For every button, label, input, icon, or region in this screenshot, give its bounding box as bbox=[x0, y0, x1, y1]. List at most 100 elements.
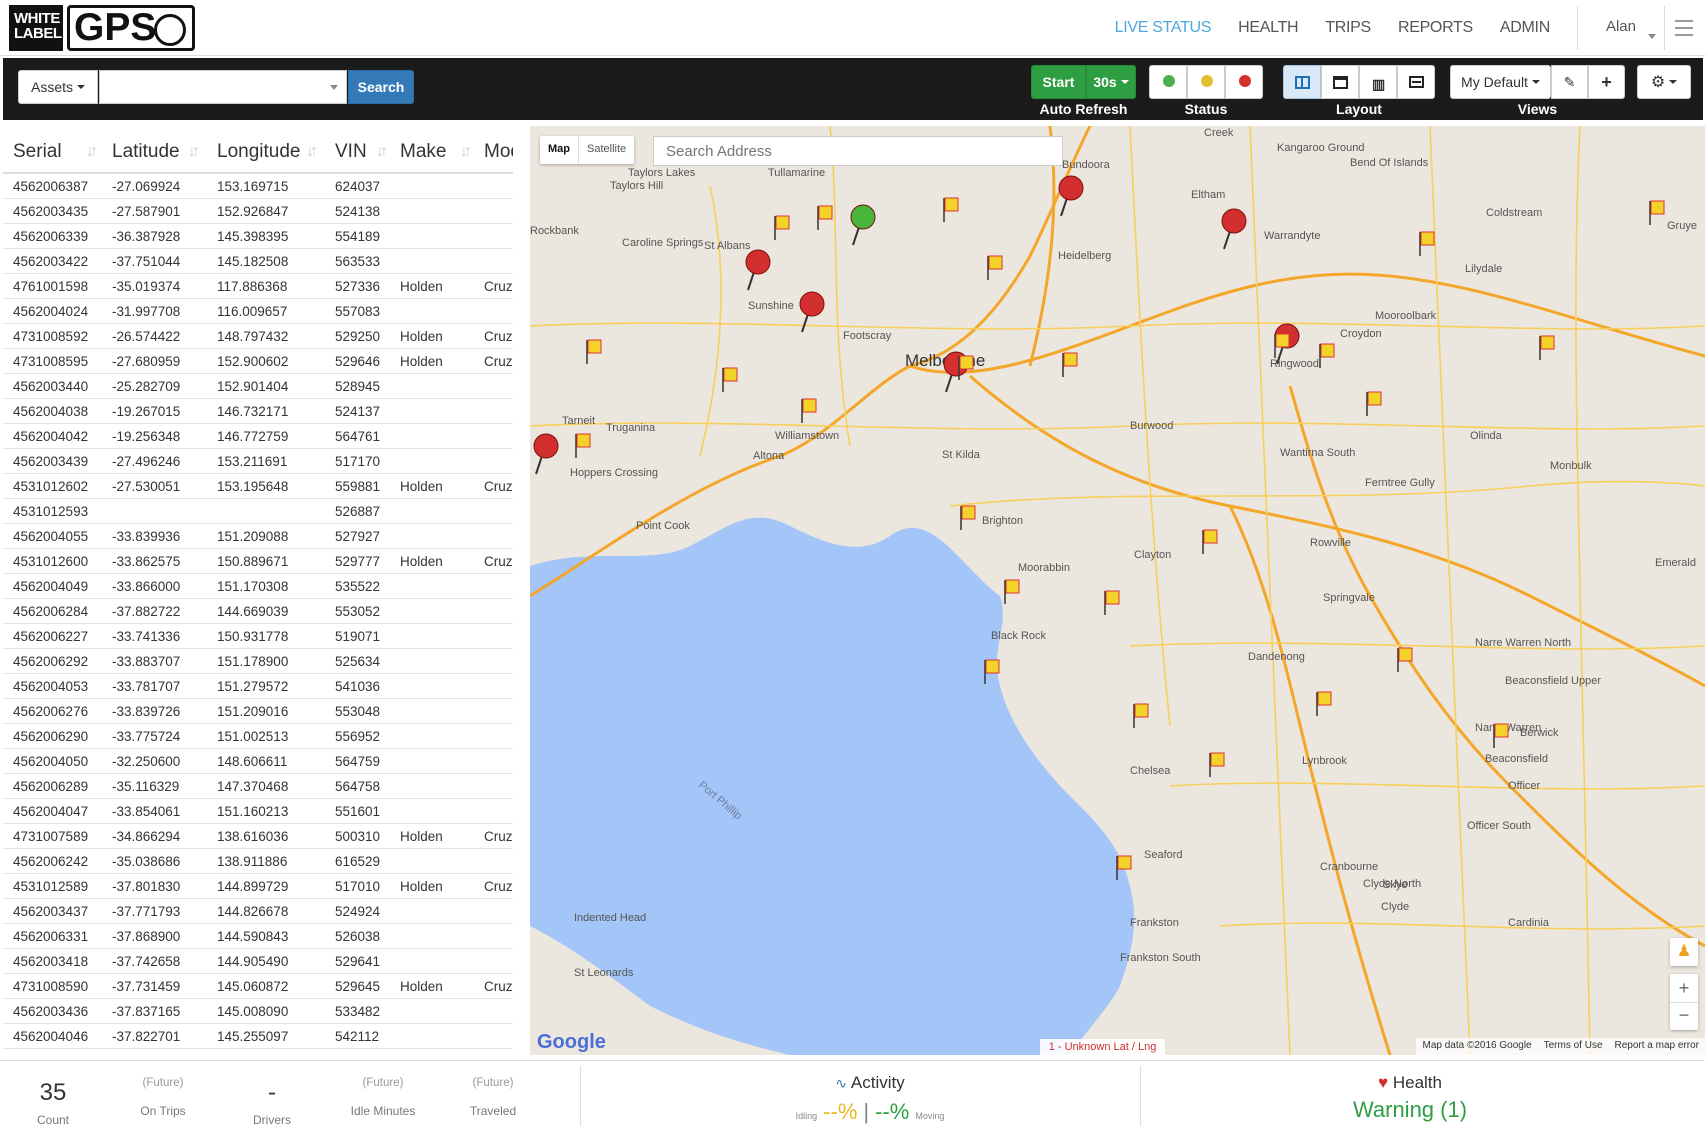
asset-search-input[interactable] bbox=[99, 70, 347, 104]
cluster-flag-marker[interactable] bbox=[817, 205, 833, 230]
column-header-make[interactable]: Make ↓↑ bbox=[392, 141, 476, 163]
vehicle-pin-marker[interactable] bbox=[850, 204, 876, 246]
cluster-flag-marker[interactable] bbox=[1493, 723, 1509, 748]
health-panel[interactable]: ♥ Health Warning (1) bbox=[1260, 1073, 1560, 1123]
table-row[interactable]: 4562004053 -33.781707 151.279572 541036 bbox=[3, 674, 513, 699]
cluster-flag-marker[interactable] bbox=[960, 505, 976, 530]
cluster-flag-marker[interactable] bbox=[1419, 231, 1435, 256]
status-filter-yellow-button[interactable] bbox=[1187, 65, 1225, 99]
activity-panel[interactable]: ∿ Activity Idling --% | --% Moving bbox=[700, 1073, 1040, 1125]
cluster-flag-marker[interactable] bbox=[943, 197, 959, 222]
cluster-flag-marker[interactable] bbox=[1133, 703, 1149, 728]
table-row[interactable]: 4562006227 -33.741336 150.931778 519071 bbox=[3, 624, 513, 649]
table-row[interactable]: 4562004046 -37.822701 145.255097 542112 bbox=[3, 1024, 513, 1049]
cluster-flag-marker[interactable] bbox=[1539, 335, 1555, 360]
cluster-flag-marker[interactable] bbox=[801, 398, 817, 423]
pegman-icon[interactable]: ♟ bbox=[1670, 938, 1698, 966]
edit-view-button[interactable]: ✎ bbox=[1551, 65, 1588, 99]
layout-table-button[interactable] bbox=[1321, 65, 1359, 99]
table-row[interactable]: 4562003440 -25.282709 152.901404 528945 bbox=[3, 374, 513, 399]
column-header-latitude[interactable]: Latitude ↓↑ bbox=[102, 141, 204, 163]
table-row[interactable]: 4562004042 -19.256348 146.772759 564761 bbox=[3, 424, 513, 449]
table-row[interactable]: 4731007589 -34.866294 138.616036 500310 Hold… bbox=[3, 824, 513, 849]
table-row[interactable]: 4562006289 -35.116329 147.370468 564758 bbox=[3, 774, 513, 799]
column-header-serial[interactable]: Serial ↓↑ bbox=[3, 141, 102, 163]
layout-split-button[interactable] bbox=[1283, 65, 1321, 99]
layout-list-button[interactable] bbox=[1397, 65, 1435, 99]
column-header-longitude[interactable]: Longitude ↓↑ bbox=[204, 141, 322, 163]
map-type-map-button[interactable]: Map bbox=[540, 136, 578, 164]
table-row[interactable]: 4562006339 -36.387928 145.398395 554189 bbox=[3, 224, 513, 249]
map-address-search-input[interactable] bbox=[653, 136, 1063, 166]
table-row[interactable]: 4731008595 -27.680959 152.900602 529646 Hold… bbox=[3, 349, 513, 374]
table-row[interactable]: 4562003435 -27.587901 152.926847 524138 bbox=[3, 199, 513, 224]
cluster-flag-marker[interactable] bbox=[575, 433, 591, 458]
status-filter-green-button[interactable] bbox=[1149, 65, 1187, 99]
table-row[interactable]: 4562003436 -37.837165 145.008090 533482 bbox=[3, 999, 513, 1024]
table-row[interactable]: 4531012600 -33.862575 150.889671 529777 Hold… bbox=[3, 549, 513, 574]
cluster-flag-marker[interactable] bbox=[586, 339, 602, 364]
hamburger-menu-icon[interactable] bbox=[1675, 15, 1693, 41]
table-row[interactable]: 4562006276 -33.839726 151.209016 553048 bbox=[3, 699, 513, 724]
layout-map-button[interactable]: ▥ bbox=[1359, 65, 1397, 99]
views-dropdown-button[interactable]: My Default bbox=[1450, 65, 1551, 99]
table-row[interactable]: 4562006331 -37.868900 144.590843 526038 bbox=[3, 924, 513, 949]
table-row[interactable]: 4531012602 -27.530051 153.195648 559881 Hold… bbox=[3, 474, 513, 499]
cluster-flag-marker[interactable] bbox=[722, 367, 738, 392]
vehicle-pin-marker[interactable] bbox=[1221, 208, 1247, 250]
table-row[interactable]: 4562003422 -37.751044 145.182508 563533 bbox=[3, 249, 513, 274]
map-canvas[interactable]: MelbourneBundooraHeidelbergSunshineFoots… bbox=[530, 126, 1705, 1055]
table-row[interactable]: 4562003437 -37.771793 144.826678 524924 bbox=[3, 899, 513, 924]
table-row[interactable]: 4562004038 -19.267015 146.732171 524137 bbox=[3, 399, 513, 424]
table-row[interactable]: 4531012589 -37.801830 144.899729 517010 Hold… bbox=[3, 874, 513, 899]
table-row[interactable]: 4562004024 -31.997708 116.009657 557083 bbox=[3, 299, 513, 324]
refresh-interval-dropdown[interactable]: 30s bbox=[1086, 65, 1136, 99]
table-row[interactable]: 4731008590 -37.731459 145.060872 529645 Hold… bbox=[3, 974, 513, 999]
status-filter-red-button[interactable] bbox=[1225, 65, 1263, 99]
table-row[interactable]: 4531012593 526887 bbox=[3, 499, 513, 524]
table-row[interactable]: 4562003418 -37.742658 144.905490 529641 bbox=[3, 949, 513, 974]
nav-health[interactable]: HEALTH bbox=[1238, 19, 1298, 37]
nav-admin[interactable]: ADMIN bbox=[1500, 19, 1550, 37]
cluster-flag-marker[interactable] bbox=[1004, 579, 1020, 604]
map-panel[interactable]: MelbourneBundooraHeidelbergSunshineFoots… bbox=[530, 126, 1705, 1055]
cluster-flag-marker[interactable] bbox=[1202, 529, 1218, 554]
cluster-flag-marker[interactable] bbox=[1316, 691, 1332, 716]
start-auto-refresh-button[interactable]: Start bbox=[1031, 65, 1086, 99]
table-row[interactable]: 4562003439 -27.496246 153.211691 517170 bbox=[3, 449, 513, 474]
zoom-in-button[interactable]: + bbox=[1670, 974, 1698, 1002]
cluster-flag-marker[interactable] bbox=[1062, 352, 1078, 377]
vehicle-pin-marker[interactable] bbox=[745, 249, 771, 291]
table-row[interactable]: 4562004055 -33.839936 151.209088 527927 bbox=[3, 524, 513, 549]
table-row[interactable]: 4562006292 -33.883707 151.178900 525634 bbox=[3, 649, 513, 674]
cluster-flag-marker[interactable] bbox=[1274, 333, 1290, 358]
cluster-flag-marker[interactable] bbox=[774, 215, 790, 240]
table-row[interactable]: 4562006387 -27.069924 153.169715 624037 bbox=[3, 174, 513, 199]
settings-dropdown-button[interactable]: ⚙ bbox=[1637, 65, 1691, 99]
add-view-button[interactable]: + bbox=[1588, 65, 1625, 99]
cluster-flag-marker[interactable] bbox=[987, 255, 1003, 280]
table-row[interactable]: 4731008592 -26.574422 148.797432 529250 Hold… bbox=[3, 324, 513, 349]
report-map-error-link[interactable]: Report a map error bbox=[1615, 1040, 1699, 1053]
cluster-flag-marker[interactable] bbox=[1366, 391, 1382, 416]
table-row[interactable]: 4562004047 -33.854061 151.160213 551601 bbox=[3, 799, 513, 824]
column-header-model[interactable]: Mod bbox=[476, 141, 513, 163]
column-header-vin[interactable]: VIN ↓↑ bbox=[322, 141, 392, 163]
map-type-satellite-button[interactable]: Satellite bbox=[578, 136, 634, 164]
nav-reports[interactable]: REPORTS bbox=[1398, 19, 1473, 37]
cluster-flag-marker[interactable] bbox=[1209, 752, 1225, 777]
table-row[interactable]: 4562006284 -37.882722 144.669039 553052 bbox=[3, 599, 513, 624]
cluster-flag-marker[interactable] bbox=[1104, 590, 1120, 615]
search-button[interactable]: Search bbox=[348, 70, 414, 104]
nav-live-status[interactable]: LIVE STATUS bbox=[1115, 19, 1212, 37]
terms-of-use-link[interactable]: Terms of Use bbox=[1544, 1040, 1603, 1053]
cluster-flag-marker[interactable] bbox=[1397, 647, 1413, 672]
table-row[interactable]: 4562006242 -35.038686 138.911886 616529 bbox=[3, 849, 513, 874]
table-row[interactable]: 4562004049 -33.866000 151.170308 535522 bbox=[3, 574, 513, 599]
vehicle-pin-marker[interactable] bbox=[1058, 175, 1084, 217]
assets-dropdown-button[interactable]: Assets bbox=[18, 70, 98, 104]
nav-trips[interactable]: TRIPS bbox=[1325, 19, 1371, 37]
cluster-flag-marker[interactable] bbox=[1649, 200, 1665, 225]
zoom-out-button[interactable]: − bbox=[1670, 1002, 1698, 1030]
table-row[interactable]: 4761001598 -35.019374 117.886368 527336 Hold… bbox=[3, 274, 513, 299]
